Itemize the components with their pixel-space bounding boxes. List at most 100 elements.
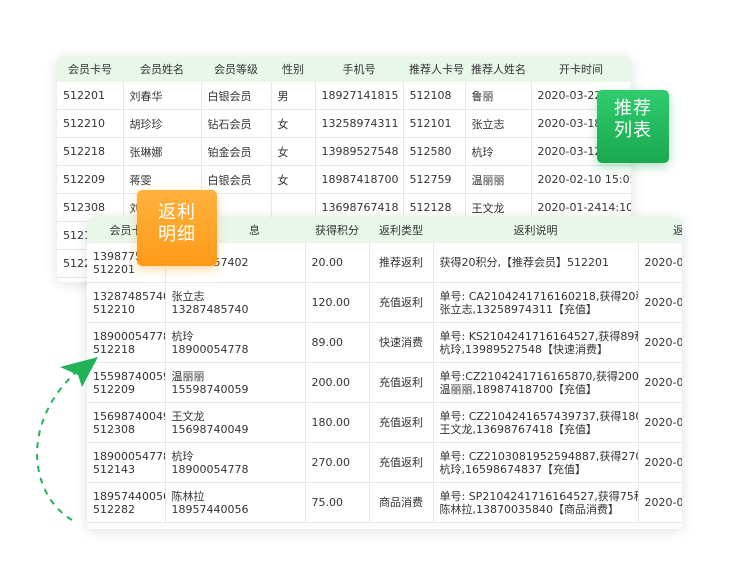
badge-text: 列表 bbox=[614, 120, 652, 141]
cell-text: 18900054778 bbox=[171, 462, 249, 476]
cell-text: 75.00 bbox=[311, 496, 344, 509]
table-cell: 单号: CA2104241716160218,获得20积分 张立志,1325897… bbox=[433, 282, 639, 323]
cell-text: 180.00 bbox=[311, 416, 351, 429]
table-cell: 2020-02-10 15:05:59 bbox=[531, 165, 631, 194]
table-row: 18900054778 512218 杭玲 18900054778 89.00 快速消费单… bbox=[87, 322, 682, 363]
table-cell: 512101 bbox=[403, 109, 466, 138]
table-cell: 200.00 bbox=[305, 362, 370, 403]
table-cell: 512580 bbox=[403, 137, 466, 166]
cell-text: 杭玲 bbox=[171, 449, 194, 463]
table-cell: 刘春华 bbox=[123, 82, 202, 110]
cell-text: 200.00 bbox=[311, 376, 351, 389]
table-cell: 女 bbox=[271, 109, 316, 138]
cell-text: 2020-02-10 15:05:59 bbox=[644, 376, 683, 389]
table-cell: 钻石会员 bbox=[201, 109, 272, 138]
table-cell: 温丽丽 15598740059 bbox=[165, 362, 306, 403]
cell-text: 推荐返利 bbox=[379, 256, 423, 269]
cell-text: 张立志,13258974311【充值】 bbox=[439, 302, 597, 316]
cell-text: 充值返利 bbox=[379, 376, 423, 389]
table-cell: 20.00 bbox=[305, 243, 370, 283]
table-cell: 2020-01-2414:10:34 bbox=[638, 402, 683, 443]
table-cell: 陈林拉 18957440056 bbox=[165, 482, 306, 523]
cell-text: 温丽丽 bbox=[171, 369, 205, 383]
table-cell: 512210 bbox=[57, 109, 124, 138]
column-header: 返利说明 bbox=[433, 217, 638, 243]
cell-text: 2020-01-2414:10:34 bbox=[644, 416, 683, 429]
cell-text: 2020-01-12 17:11:42 bbox=[644, 496, 683, 509]
table-cell: 512759 bbox=[403, 165, 466, 194]
badge-text: 推荐 bbox=[614, 98, 652, 119]
table-cell: 快速消费 bbox=[369, 322, 434, 363]
column-header: 会员卡号 bbox=[57, 56, 123, 82]
cell-text: 陈林拉 bbox=[171, 489, 205, 503]
column-header: 会员等级 bbox=[201, 56, 271, 82]
table-cell: 270.00 bbox=[305, 442, 370, 483]
table-cell: 512108 bbox=[403, 82, 466, 110]
table-cell: 单号:CZ2104241716165870,获得200积分温丽丽,1898741… bbox=[433, 362, 639, 403]
table-cell: 白银会员 bbox=[201, 82, 272, 110]
cell-text: 杭玲,13989527548【快速消费】 bbox=[439, 342, 608, 356]
rebate-detail-badge: 返利 明细 bbox=[137, 190, 217, 266]
table-cell: 180.00 bbox=[305, 402, 370, 443]
cell-text: 温丽丽,18987418700【充值】 bbox=[439, 382, 597, 396]
table-cell: 75.00 bbox=[305, 482, 370, 523]
column-header: 推荐人姓名 bbox=[465, 56, 531, 82]
table-cell: 充值返利 bbox=[369, 402, 434, 443]
table-cell: 18987418700 bbox=[315, 165, 404, 194]
table-row: 512201 刘春华 白银会员男 18927141815 512108 鲁丽 2020-03… bbox=[57, 82, 631, 110]
cell-text: 18900054778 bbox=[93, 329, 165, 343]
table-cell: 2020-03-18 16:11:07 bbox=[638, 282, 683, 323]
table-cell: 杭玲 18900054778 bbox=[165, 442, 306, 483]
table-cell: 铂金会员 bbox=[201, 137, 272, 166]
table-cell: 张立志 bbox=[465, 109, 532, 138]
table-cell: 2020-01-16 09:41:06 bbox=[638, 442, 683, 483]
table-cell: 充值返利 bbox=[369, 282, 434, 323]
table-cell: 获得20积分,【推荐会员】512201 bbox=[433, 243, 639, 283]
table-cell: 女 bbox=[271, 137, 316, 166]
cell-text: 王文龙 bbox=[171, 409, 205, 423]
cell-text: 512218 bbox=[93, 342, 135, 356]
table-cell: 单号: CZ2103081952594887,获得270积分杭玲,1659867… bbox=[433, 442, 639, 483]
cell-text: 张立志 bbox=[171, 289, 205, 303]
cell-text: 陈林拉,13870035840【商品消费】 bbox=[439, 502, 619, 516]
column-header: 返利时间 bbox=[638, 217, 682, 243]
cell-text: 2020-01-16 09:41:06 bbox=[644, 456, 683, 469]
dashed-arrow-icon bbox=[36, 357, 98, 521]
table-cell: 推荐返利 bbox=[369, 243, 434, 283]
cell-text: 2020-03-18 16:11:07 bbox=[644, 296, 683, 309]
cell-text: 18957440056 bbox=[171, 502, 249, 516]
cell-text: 充值返利 bbox=[379, 416, 423, 429]
table-cell: 13287485740 512210 bbox=[87, 282, 166, 323]
table-cell: 王文龙 15698740049 bbox=[165, 402, 306, 443]
table-cell: 胡珍珍 bbox=[123, 109, 202, 138]
cell-text: 单号: CZ2104241657439737,获得180积分 bbox=[439, 409, 638, 423]
cell-text: 商品消费 bbox=[379, 496, 423, 509]
table-row: 18900054778 512143 杭玲 18900054778 270.00 充值返利… bbox=[87, 442, 683, 483]
table-row: 512210 胡珍珍 钻石会员女 13258974311 512101 张立志 2020-0… bbox=[57, 109, 631, 138]
cell-text: 20.00 bbox=[311, 256, 344, 269]
cell-text: 单号: CZ2103081952594887,获得270积分 bbox=[439, 449, 638, 463]
cell-text: 18900054778 bbox=[171, 342, 249, 356]
column-header: 推荐人卡号 bbox=[403, 56, 465, 82]
table-row: 15698740049 512308 王文龙 15698740049 180.00 充值返… bbox=[87, 402, 683, 443]
cell-text: 15698740049 bbox=[171, 422, 249, 436]
table-row: 18957440056 512282 陈林拉 18957440056 75.00 商品消费… bbox=[87, 482, 683, 523]
table-cell: 鲁丽 bbox=[465, 82, 532, 110]
badge-text: 返利 bbox=[158, 202, 196, 223]
table-cell: 512201 bbox=[57, 82, 124, 110]
table-row: 15598740059 512209 温丽丽 15598740059 200.00 充值返… bbox=[87, 362, 683, 403]
cell-text: 快速消费 bbox=[379, 336, 423, 349]
cell-text: 获得20积分,【推荐会员】512201 bbox=[439, 256, 609, 269]
table-cell: 单号: KS2104241716164527,获得89积分 杭玲,13989527… bbox=[433, 322, 639, 363]
table-cell: 张立志 13287485740 bbox=[165, 282, 306, 323]
table-cell: 女 bbox=[271, 165, 316, 194]
table-cell: 充值返利 bbox=[369, 442, 434, 483]
table-cell: 杭玲 18900054778 bbox=[165, 322, 306, 363]
table-row: 512218 张琳娜 铂金会员女 13989527548 512580 杭玲 2020-03… bbox=[57, 137, 631, 166]
table-cell: 512209 bbox=[57, 165, 124, 194]
table-cell: 张琳娜 bbox=[123, 137, 202, 166]
cell-text: 单号:CZ2104241716165870,获得200积分 bbox=[439, 369, 638, 383]
cell-text: 单号: KS2104241716164527,获得89积分 bbox=[439, 329, 638, 343]
table-cell: 2020-02-10 15:05:59 bbox=[638, 362, 683, 403]
table-cell: 2020-01-12 17:11:42 bbox=[638, 482, 683, 523]
